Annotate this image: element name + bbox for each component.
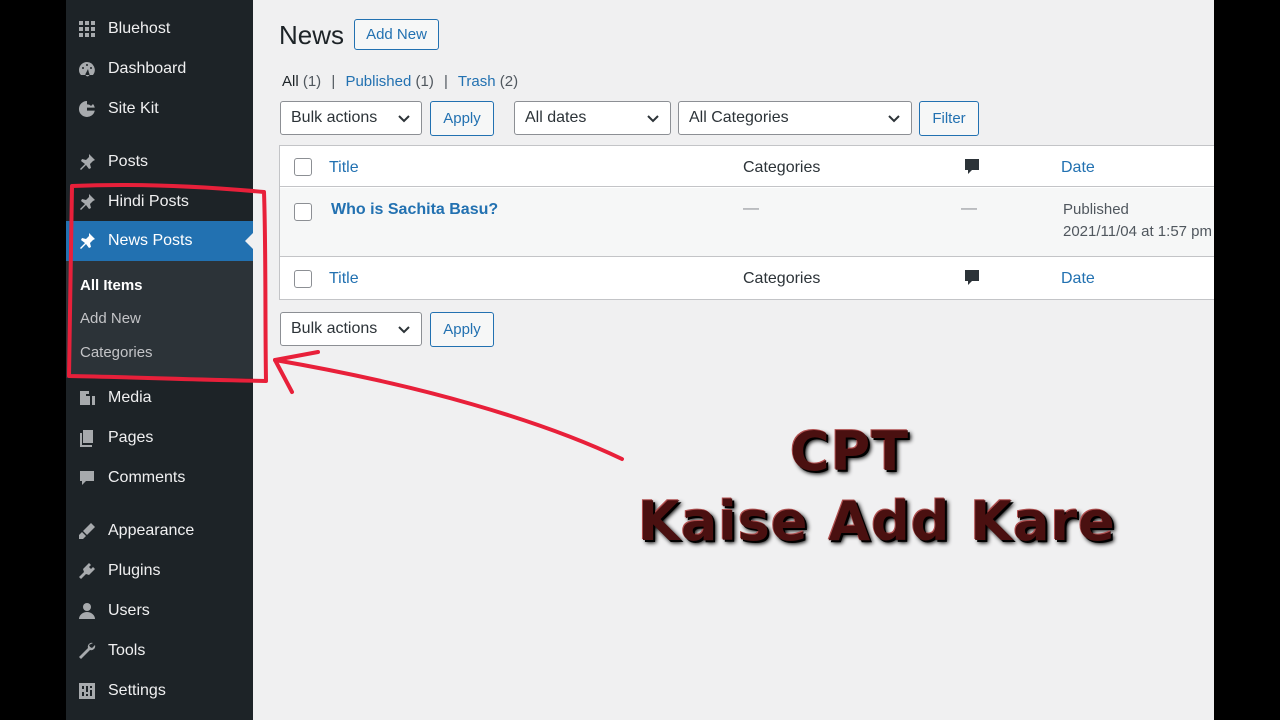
active-indicator [245,233,253,249]
sidebar-item-label: Hindi Posts [108,193,189,210]
column-title-footer[interactable]: Title [329,270,359,288]
annotation-title: CPT [790,420,910,483]
tools-icon [66,641,108,661]
column-date-footer[interactable]: Date [1061,270,1095,288]
column-categories-footer: Categories [743,270,821,287]
post-status: Published [1063,201,1129,218]
sidebar-item-label: Site Kit [108,100,159,117]
sidebar-item-comments[interactable]: Comments [66,458,253,498]
sidebar-item-label: News Posts [108,232,193,249]
sidebar-item-label: Media [108,389,152,406]
comment-bubble-icon [964,269,980,287]
comments-icon [66,468,108,488]
submenu-categories[interactable]: Categories [80,344,153,361]
column-categories-header: Categories [743,159,821,176]
media-icon [66,388,108,408]
apply-button-top[interactable]: Apply [430,101,494,136]
google-icon [66,99,108,119]
status-published-link[interactable]: Published [345,73,411,90]
filter-button[interactable]: Filter [919,101,979,136]
sidebar-item-media[interactable]: Media [66,378,253,418]
sidebar-item-news-posts[interactable]: News Posts [66,221,253,261]
column-date-header[interactable]: Date [1061,159,1095,177]
dates-filter-select[interactable]: All dates [514,101,671,135]
status-filter-links: All (1) | Published (1) | Trash (2) [282,73,518,90]
main-content: News Add New All (1) | Published (1) | T… [253,0,1214,720]
submenu-all-items[interactable]: All Items [80,277,143,294]
chevron-down-icon [397,323,411,337]
settings-icon [66,681,108,701]
dashboard-icon [66,59,108,79]
sidebar-item-bluehost[interactable]: Bluehost [66,9,253,49]
bulk-actions-select-top[interactable]: Bulk actions [280,101,422,135]
grid-icon [66,19,108,39]
select-all-checkbox-bottom[interactable] [294,270,312,288]
sidebar-item-sitekit[interactable]: Site Kit [66,89,253,129]
column-title-header[interactable]: Title [329,159,359,177]
submenu-add-new[interactable]: Add New [80,310,141,327]
status-all-link[interactable]: All [282,73,299,90]
status-trash-count: (2) [499,73,519,90]
pin-icon [66,231,108,251]
separator: | [331,73,336,90]
sidebar-item-label: Dashboard [108,60,187,77]
sidebar-item-label: Posts [108,153,149,170]
select-value: All Categories [689,109,789,126]
table-footer-row: Title Categories Date [280,258,1214,299]
post-comments: — [961,200,977,217]
sidebar-item-dashboard[interactable]: Dashboard [66,49,253,89]
select-all-checkbox[interactable] [294,158,312,176]
sidebar-item-plugins[interactable]: Plugins [66,551,253,591]
screen-frame: Bluehost Dashboard Site Kit Posts Hindi … [66,0,1214,720]
sidebar-item-appearance[interactable]: Appearance [66,511,253,551]
post-title-link[interactable]: Who is Sachita Basu? [331,201,498,219]
sidebar-item-pages[interactable]: Pages [66,418,253,458]
sidebar-item-label: Appearance [108,522,195,539]
sidebar-item-label: Tools [108,642,146,659]
users-icon [66,601,108,621]
comment-bubble-icon [964,158,980,176]
chevron-down-icon [887,112,901,126]
chevron-down-icon [646,112,660,126]
apply-button-bottom[interactable]: Apply [430,312,494,347]
pin-icon [66,192,108,212]
appearance-icon [66,521,108,541]
post-date: 2021/11/04 at 1:57 pm [1063,223,1213,240]
status-published-count: (1) [415,73,434,90]
bulk-actions-select-bottom[interactable]: Bulk actions [280,312,422,346]
sidebar-item-settings[interactable]: Settings [66,671,253,711]
table-header-row: Title Categories Date [280,146,1214,187]
annotation-subtitle: Kaise Add Kare [638,490,1116,553]
posts-table: Title Categories Date Who is Sachita Bas… [279,145,1214,300]
categories-filter-select[interactable]: All Categories [678,101,912,135]
select-value: Bulk actions [291,109,378,126]
status-trash-link[interactable]: Trash [458,73,496,90]
row-checkbox[interactable] [294,203,312,221]
select-value: Bulk actions [291,320,378,337]
chevron-down-icon [397,112,411,126]
sidebar-item-label: Pages [108,429,154,446]
sidebar-item-users[interactable]: Users [66,591,253,631]
plugins-icon [66,561,108,581]
page-title: News [279,20,345,50]
sidebar-item-label: Plugins [108,562,161,579]
post-categories: — [743,200,759,217]
pages-icon [66,428,108,448]
sidebar-item-label: Bluehost [108,20,171,37]
table-row: Who is Sachita Basu? — — Published 2021/… [280,188,1214,257]
news-posts-submenu: All Items Add New Categories [66,261,253,378]
sidebar-item-tools[interactable]: Tools [66,631,253,671]
sidebar-item-label: Comments [108,469,186,486]
admin-sidebar: Bluehost Dashboard Site Kit Posts Hindi … [66,0,253,720]
status-all-count: (1) [302,73,322,90]
pin-icon [66,152,108,172]
sidebar-item-label: Users [108,602,150,619]
sidebar-item-posts[interactable]: Posts [66,142,253,182]
sidebar-item-label: Settings [108,682,166,699]
separator: | [444,73,448,90]
select-value: All dates [525,109,587,126]
add-new-button[interactable]: Add New [354,19,439,50]
sidebar-item-hindi-posts[interactable]: Hindi Posts [66,182,253,222]
